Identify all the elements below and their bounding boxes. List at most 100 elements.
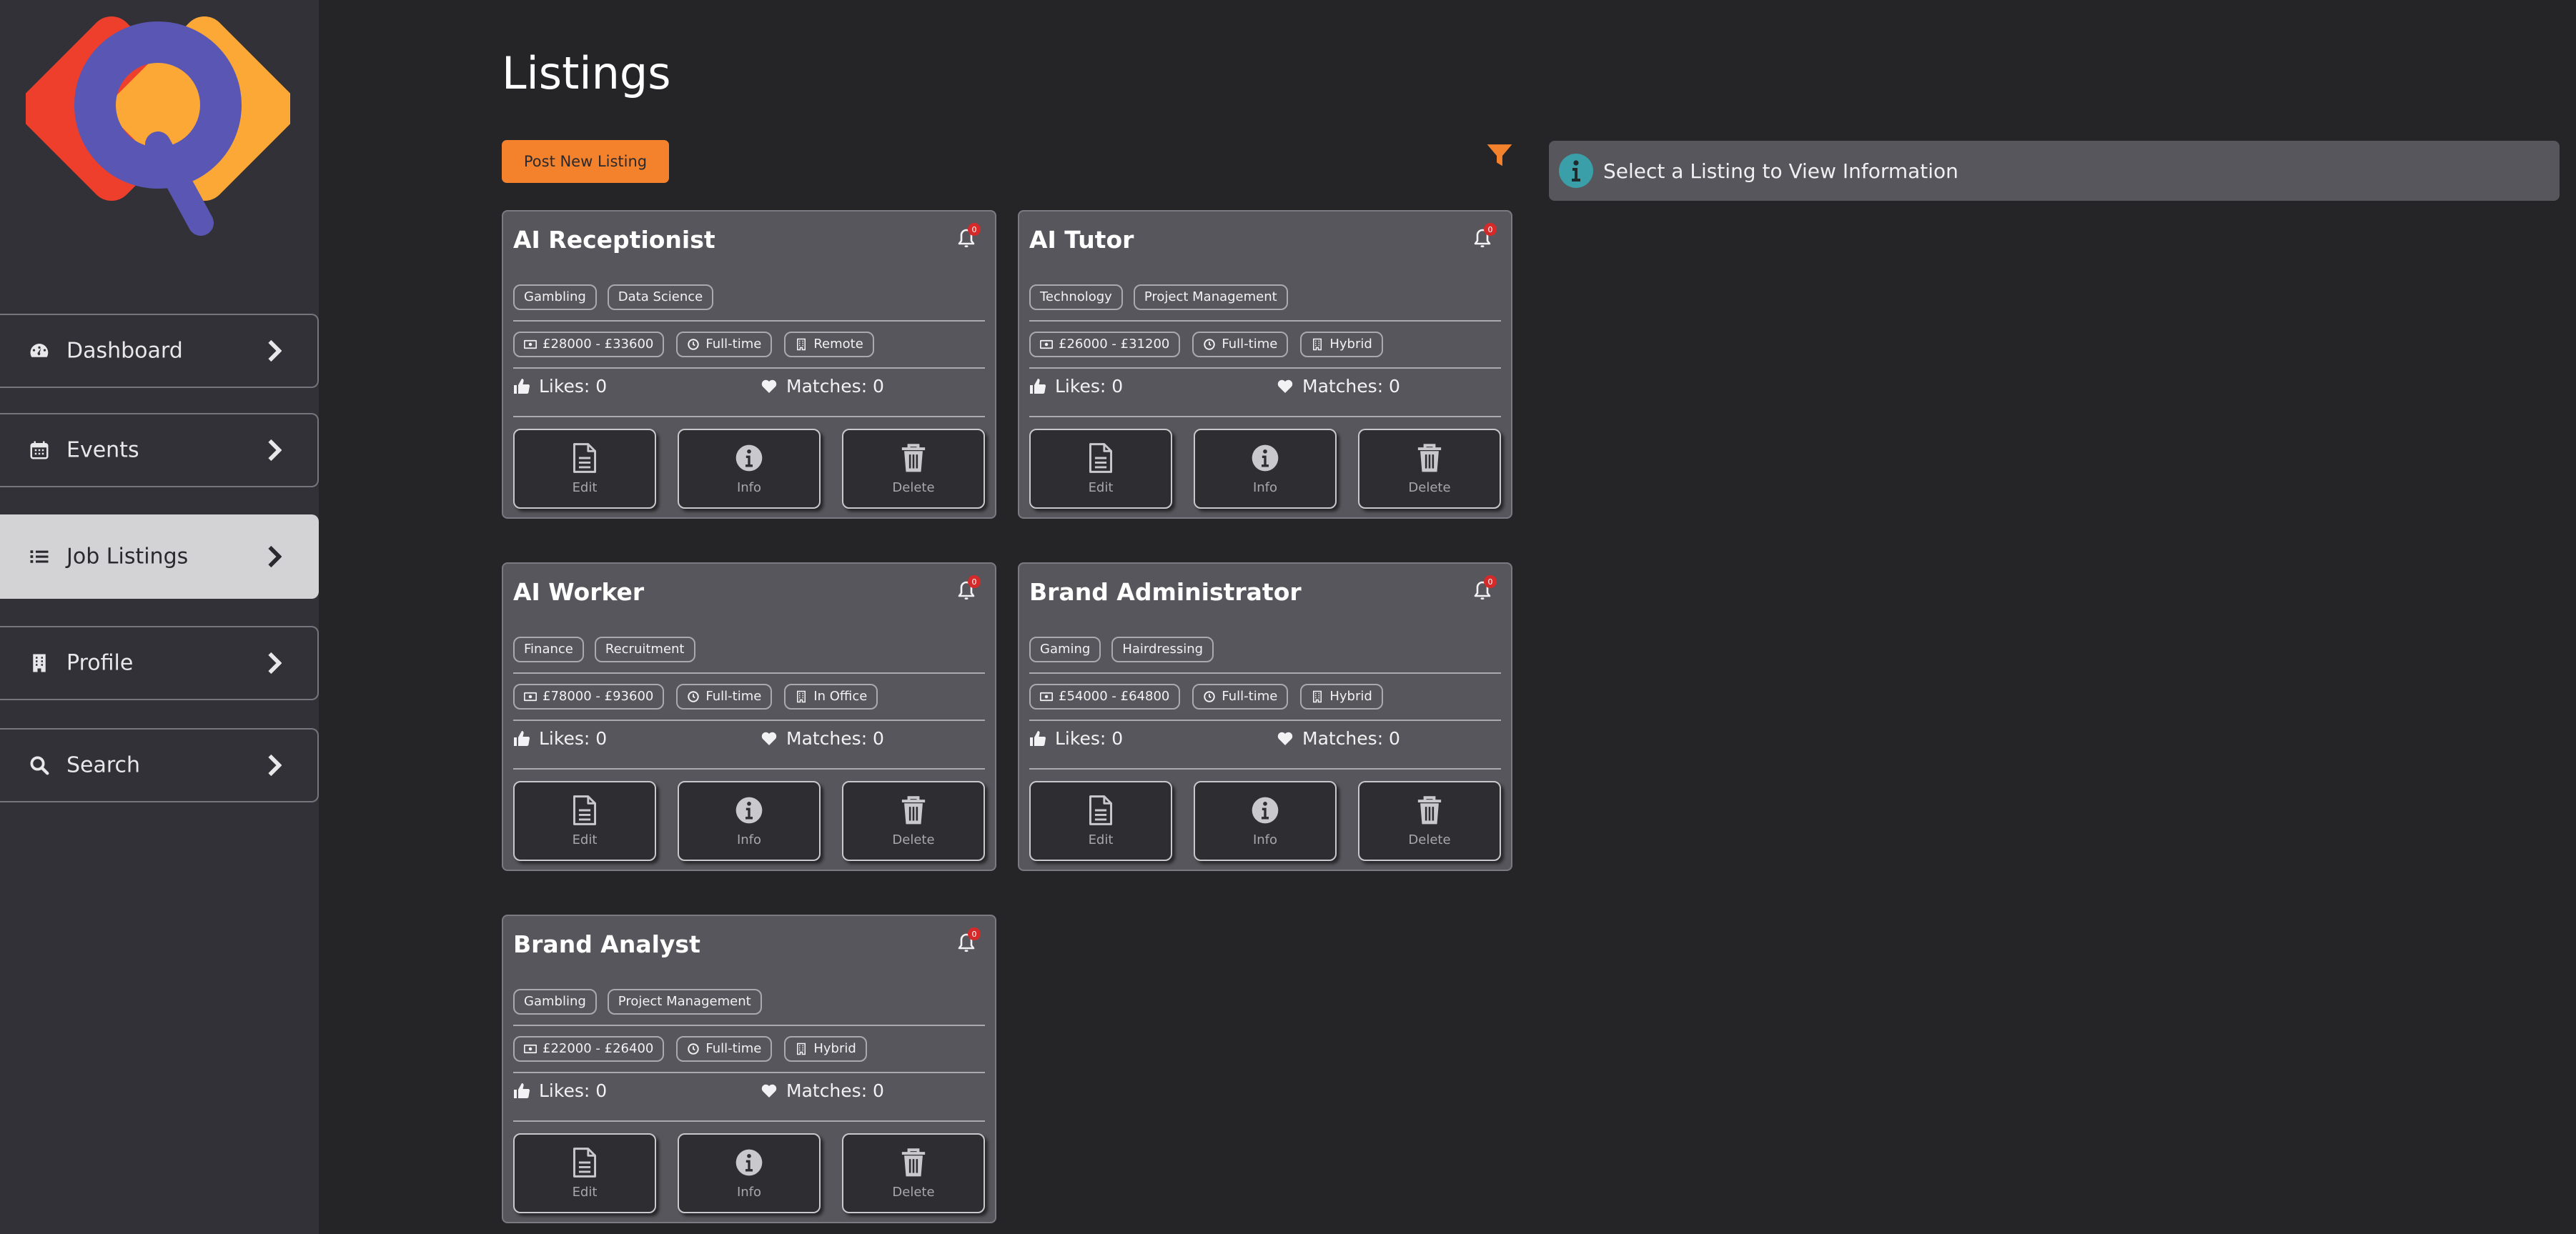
- sidebar-item-dashboard[interactable]: Dashboard: [0, 314, 319, 388]
- money-bill-icon: [1040, 339, 1053, 349]
- document-icon: [573, 795, 596, 825]
- notification-count: 0: [1488, 577, 1493, 587]
- job-type: Full-time: [1222, 337, 1278, 352]
- category-tag: Gaming: [1029, 637, 1101, 662]
- clock-icon: [1204, 691, 1216, 702]
- info-label: Info: [1252, 480, 1278, 495]
- category-tag: Recruitment: [594, 637, 695, 662]
- document-icon: [1089, 443, 1112, 473]
- building-icon: [797, 1043, 806, 1055]
- listing-card[interactable]: Brand Administrator 0 Gaming Hairdressin…: [1018, 562, 1512, 871]
- category-tag: Technology: [1029, 284, 1123, 310]
- info-circle-icon: [1559, 154, 1593, 188]
- listing-card[interactable]: Brand Analyst 0 Gambling Project Managem…: [502, 915, 996, 1223]
- delete-label: Delete: [892, 832, 935, 847]
- info-button[interactable]: Info: [1194, 429, 1337, 509]
- category-tag: Gambling: [513, 284, 597, 310]
- bell-notification-icon[interactable]: 0: [951, 222, 984, 254]
- job-type: Full-time: [705, 689, 762, 704]
- listing-title: AI Receptionist: [513, 226, 715, 254]
- sidebar-item-events[interactable]: Events: [0, 413, 319, 487]
- job-type-tag: Full-time: [676, 684, 773, 710]
- job-type: Full-time: [705, 337, 762, 352]
- listing-card[interactable]: AI Receptionist 0 Gambling Data Science …: [502, 210, 996, 519]
- salary-tag: £22000 - £26400: [513, 1036, 665, 1062]
- salary-range: £22000 - £26400: [543, 1041, 654, 1056]
- building-icon: [1313, 338, 1322, 351]
- delete-button[interactable]: Delete: [842, 429, 985, 509]
- work-location: Hybrid: [1329, 337, 1372, 352]
- sidebar-item-job-listings[interactable]: Job Listings: [0, 514, 319, 599]
- heart-icon: [761, 1084, 777, 1098]
- sidebar-item-label: Search: [66, 752, 141, 778]
- chevron-right-icon: [268, 340, 282, 362]
- thumbs-up-icon: [514, 730, 530, 746]
- info-button[interactable]: Info: [1194, 781, 1337, 861]
- category-tag: Project Management: [1133, 284, 1288, 310]
- money-bill-icon: [524, 339, 537, 349]
- location-tag: Hybrid: [1300, 684, 1383, 710]
- salary-range: £28000 - £33600: [543, 337, 654, 352]
- delete-button[interactable]: Delete: [842, 1133, 985, 1213]
- notification-count: 0: [972, 225, 977, 234]
- category-tag: Hairdressing: [1111, 637, 1214, 662]
- info-button[interactable]: Info: [678, 429, 821, 509]
- job-type: Full-time: [705, 1041, 762, 1056]
- info-circle-icon: [735, 444, 763, 472]
- edit-label: Edit: [572, 1185, 598, 1200]
- document-icon: [573, 1148, 596, 1178]
- category-tag: Data Science: [607, 284, 714, 310]
- likes-count: Likes: 0: [539, 728, 608, 749]
- sidebar-item-search[interactable]: Search: [0, 728, 319, 802]
- thumbs-up-icon: [1030, 378, 1046, 394]
- notification-count: 0: [972, 577, 977, 587]
- document-icon: [573, 443, 596, 473]
- clock-icon: [688, 1043, 700, 1055]
- bell-notification-icon[interactable]: 0: [951, 926, 984, 959]
- sidebar-item-profile[interactable]: Profile: [0, 626, 319, 700]
- search-icon: [30, 756, 49, 775]
- heart-icon: [761, 732, 777, 745]
- edit-button[interactable]: Edit: [513, 781, 656, 861]
- sidebar-item-label: Dashboard: [66, 338, 183, 364]
- salary-range: £26000 - £31200: [1059, 337, 1170, 352]
- chevron-right-icon: [268, 755, 282, 776]
- info-label: Info: [736, 480, 762, 495]
- work-location: Hybrid: [1329, 689, 1372, 704]
- trash-icon: [1417, 444, 1442, 472]
- edit-label: Edit: [572, 480, 598, 495]
- bell-notification-icon[interactable]: 0: [951, 574, 984, 607]
- matches-count: Matches: 0: [786, 376, 884, 397]
- info-panel-text: Select a Listing to View Information: [1603, 159, 1958, 183]
- delete-label: Delete: [1408, 832, 1451, 847]
- sidebar-item-label: Profile: [66, 650, 134, 676]
- bell-notification-icon[interactable]: 0: [1467, 574, 1500, 607]
- calendar-icon: [30, 441, 49, 459]
- salary-tag: £54000 - £64800: [1029, 684, 1181, 710]
- info-label: Info: [736, 1185, 762, 1200]
- work-location: In Office: [813, 689, 868, 704]
- delete-button[interactable]: Delete: [1358, 429, 1501, 509]
- filter-icon[interactable]: [1486, 141, 1513, 170]
- listing-card[interactable]: AI Worker 0 Finance Recruitment £78000 -…: [502, 562, 996, 871]
- edit-button[interactable]: Edit: [1029, 781, 1172, 861]
- sidebar: Dashboard Events Job Listings Profile Se…: [0, 0, 319, 1234]
- info-button[interactable]: Info: [678, 781, 821, 861]
- edit-button[interactable]: Edit: [1029, 429, 1172, 509]
- listing-card[interactable]: AI Tutor 0 Technology Project Management…: [1018, 210, 1512, 519]
- job-type-tag: Full-time: [1192, 684, 1289, 710]
- edit-button[interactable]: Edit: [513, 1133, 656, 1213]
- likes-count: Likes: 0: [539, 1080, 608, 1101]
- heart-icon: [1277, 732, 1293, 745]
- edit-button[interactable]: Edit: [513, 429, 656, 509]
- trash-icon: [901, 444, 926, 472]
- money-bill-icon: [524, 1044, 537, 1054]
- info-button[interactable]: Info: [678, 1133, 821, 1213]
- delete-button[interactable]: Delete: [842, 781, 985, 861]
- thumbs-up-icon: [1030, 730, 1046, 746]
- bell-notification-icon[interactable]: 0: [1467, 222, 1500, 254]
- work-location: Remote: [813, 337, 863, 352]
- delete-button[interactable]: Delete: [1358, 781, 1501, 861]
- post-new-listing-button[interactable]: Post New Listing: [502, 140, 669, 183]
- delete-label: Delete: [892, 1185, 935, 1200]
